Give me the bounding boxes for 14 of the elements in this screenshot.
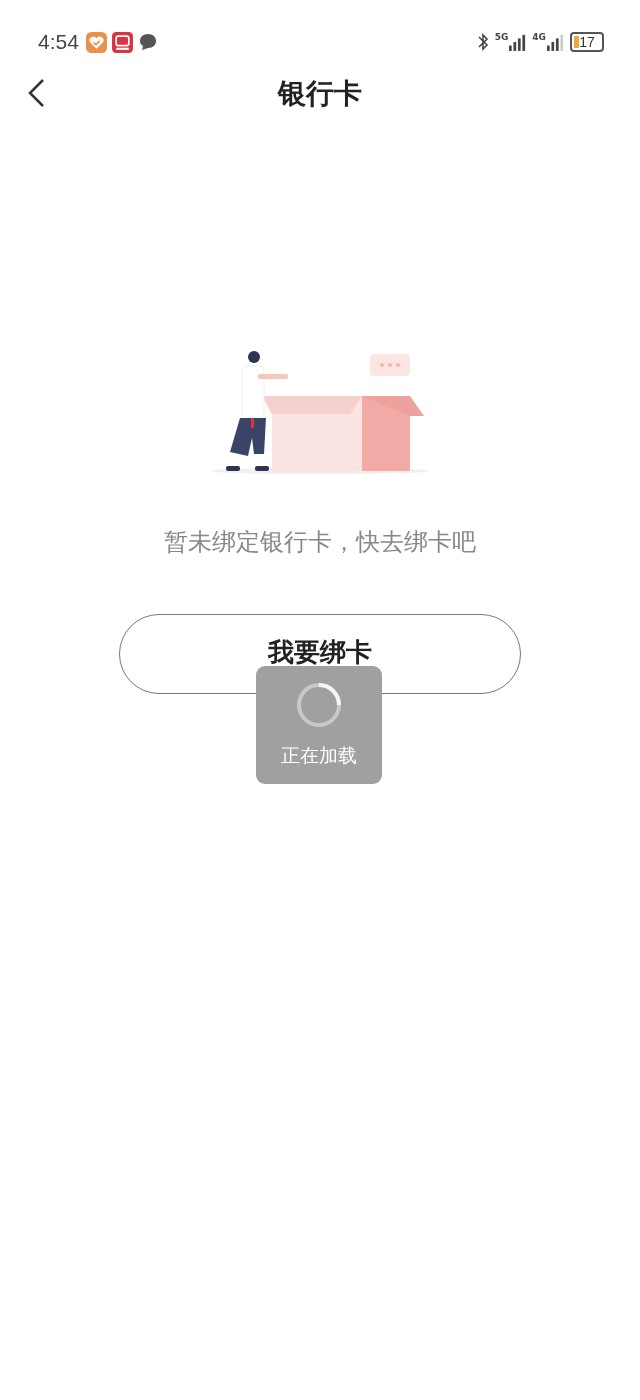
bluetooth-icon bbox=[476, 32, 489, 52]
signal-icon bbox=[547, 32, 564, 52]
signal-icon bbox=[509, 32, 527, 52]
network-type: 5G bbox=[494, 32, 509, 42]
video-app-icon bbox=[111, 31, 133, 53]
battery-level: 17 bbox=[579, 34, 595, 50]
chat-bubble-icon bbox=[137, 32, 158, 52]
loading-spinner-icon bbox=[295, 681, 343, 729]
status-time: 4:54 bbox=[38, 30, 79, 54]
empty-message: 暂未绑定银行卡，快去绑卡吧 bbox=[164, 527, 476, 558]
network-type: 4G bbox=[532, 32, 546, 42]
page-title: 银行卡 bbox=[278, 76, 362, 112]
loading-text: 正在加载 bbox=[281, 743, 357, 768]
heart-app-icon bbox=[85, 31, 107, 53]
